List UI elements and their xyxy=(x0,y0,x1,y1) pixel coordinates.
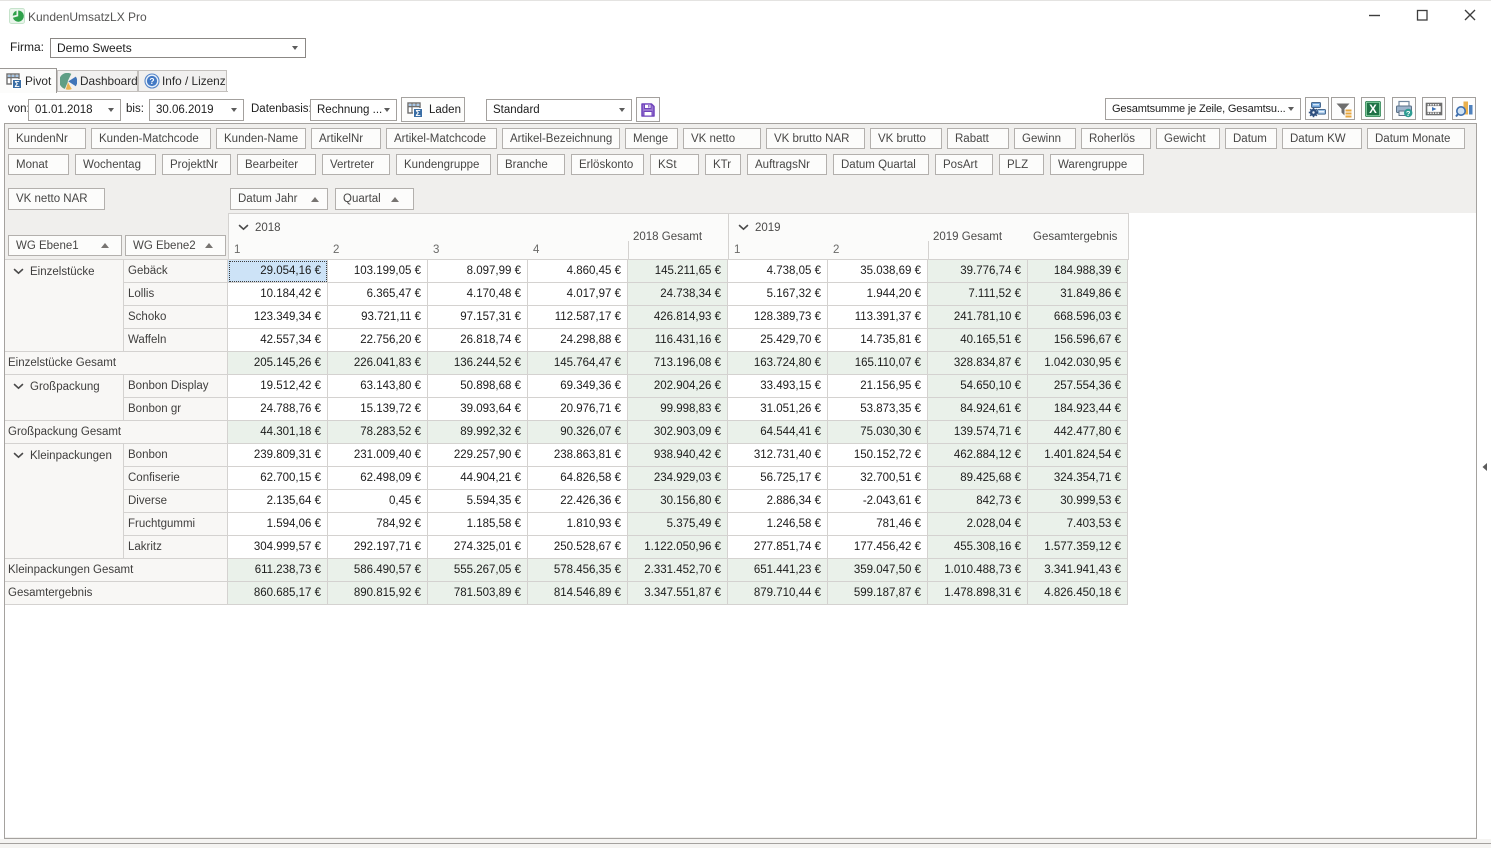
svg-text:?: ? xyxy=(1406,109,1411,118)
svg-text:Σ: Σ xyxy=(14,79,19,89)
svg-text:?: ? xyxy=(149,76,154,86)
svg-text:X: X xyxy=(1369,104,1377,116)
svg-text:Σ: Σ xyxy=(415,108,420,118)
